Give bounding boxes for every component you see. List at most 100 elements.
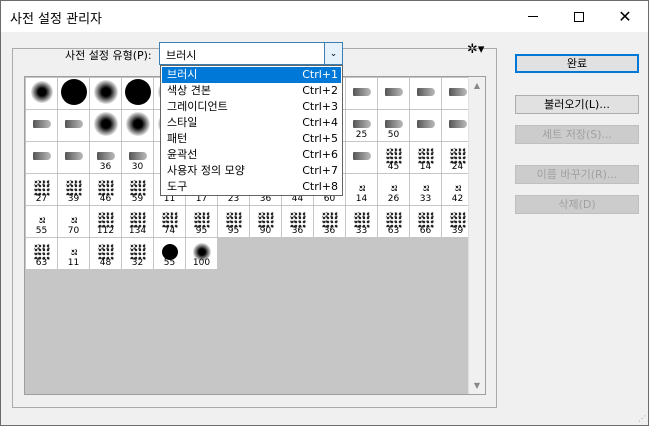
brush-size-label: 36	[99, 162, 112, 172]
brush-tip-icon	[358, 184, 365, 191]
brush-preset-cell[interactable]: 90	[250, 206, 282, 238]
brush-preset-cell[interactable]: 50	[378, 110, 410, 142]
brush-tip-icon	[416, 87, 435, 96]
brush-preset-cell[interactable]	[58, 142, 90, 174]
brush-preset-cell[interactable]: 112	[90, 206, 122, 238]
brush-size-label: 45	[387, 162, 400, 172]
brush-preset-cell[interactable]: 26	[378, 174, 410, 206]
brush-preset-cell[interactable]: 95	[218, 206, 250, 238]
brush-preset-cell[interactable]: 48	[90, 238, 122, 270]
gear-icon[interactable]: ✲▾	[467, 42, 484, 57]
brush-size-label: 100	[192, 258, 211, 268]
delete-button[interactable]: 삭제(D)	[515, 195, 639, 214]
brush-preset-cell[interactable]: 14	[410, 142, 442, 174]
brush-size-label: 14	[419, 162, 432, 172]
brush-preset-cell[interactable]	[90, 110, 122, 142]
close-button[interactable]: ✕	[602, 1, 648, 32]
dropdown-item[interactable]: 도구 Ctrl+8	[162, 179, 341, 195]
brush-tip-icon	[448, 87, 467, 96]
brush-preset-cell[interactable]: 74	[154, 206, 186, 238]
close-icon: ✕	[618, 6, 632, 26]
brush-preset-cell[interactable]: 32	[122, 238, 154, 270]
vertical-scrollbar[interactable]: ▲ ▼	[468, 77, 485, 394]
dropdown-item[interactable]: 스타일 Ctrl+4	[162, 115, 341, 131]
brush-preset-cell[interactable]: 100	[186, 238, 218, 270]
preset-type-label: 사전 설정 유형(P):	[65, 49, 152, 62]
done-button[interactable]: 완료	[515, 54, 639, 73]
minimize-button[interactable]	[510, 1, 556, 32]
brush-preset-cell[interactable]	[410, 78, 442, 110]
brush-preset-cell[interactable]: 46	[90, 174, 122, 206]
brush-preset-cell[interactable]	[378, 78, 410, 110]
brush-preset-cell[interactable]: 55	[26, 206, 58, 238]
dropdown-item-shortcut: Ctrl+1	[302, 68, 338, 81]
brush-size-label: 95	[227, 226, 240, 236]
dropdown-item[interactable]: 패턴 Ctrl+5	[162, 131, 341, 147]
dropdown-item[interactable]: 그레이디언트 Ctrl+3	[162, 99, 341, 115]
brush-preset-cell[interactable]: 66	[410, 206, 442, 238]
scroll-up-icon[interactable]: ▲	[469, 77, 485, 94]
brush-preset-cell[interactable]	[26, 110, 58, 142]
brush-preset-cell[interactable]	[346, 78, 378, 110]
brush-preset-cell[interactable]	[410, 110, 442, 142]
rename-button[interactable]: 이름 바꾸기(R)...	[515, 165, 639, 184]
dropdown-item-label: 도구	[167, 180, 188, 193]
brush-preset-cell[interactable]: 25	[346, 110, 378, 142]
brush-preset-cell[interactable]: 63	[26, 238, 58, 270]
brush-preset-cell[interactable]	[122, 110, 154, 142]
maximize-button[interactable]	[556, 1, 602, 32]
brush-preset-cell[interactable]	[26, 78, 58, 110]
brush-preset-cell[interactable]	[26, 142, 58, 174]
brush-size-label: 25	[355, 130, 368, 140]
brush-preset-cell[interactable]	[122, 78, 154, 110]
brush-tip-icon	[96, 151, 115, 160]
scroll-down-icon[interactable]: ▼	[469, 377, 485, 394]
dropdown-item-shortcut: Ctrl+8	[302, 180, 338, 193]
dropdown-item[interactable]: 사용자 정의 모양 Ctrl+7	[162, 163, 341, 179]
dropdown-item[interactable]: 브러시 Ctrl+1	[162, 67, 341, 83]
brush-preset-cell[interactable]: 70	[58, 206, 90, 238]
preset-type-select[interactable]: 브러시 ⌄	[159, 42, 343, 65]
resize-grip-icon[interactable]: ⋰	[638, 414, 646, 423]
dropdown-item-label: 윤곽선	[167, 148, 198, 161]
brush-tip-icon	[32, 151, 51, 160]
dropdown-item[interactable]: 색상 견본 Ctrl+2	[162, 83, 341, 99]
brush-preset-cell[interactable]: 30	[122, 142, 154, 174]
brush-size-label: 74	[163, 226, 176, 236]
brush-tip-icon	[93, 79, 118, 104]
brush-preset-cell[interactable]: 27	[26, 174, 58, 206]
load-button[interactable]: 불러오기(L)...	[515, 95, 639, 114]
brush-preset-cell[interactable]	[58, 78, 90, 110]
brush-preset-cell[interactable]	[346, 142, 378, 174]
brush-size-label: 36	[323, 226, 336, 236]
brush-preset-cell[interactable]: 39	[58, 174, 90, 206]
brush-preset-cell[interactable]: 134	[122, 206, 154, 238]
brush-preset-cell[interactable]: 63	[378, 206, 410, 238]
brush-size-label: 50	[387, 130, 400, 140]
brush-preset-cell[interactable]: 59	[122, 174, 154, 206]
chevron-down-icon[interactable]: ⌄	[324, 43, 342, 64]
brush-preset-cell[interactable]: 36	[314, 206, 346, 238]
dropdown-item-shortcut: Ctrl+7	[302, 164, 338, 177]
brush-preset-cell[interactable]: 95	[186, 206, 218, 238]
brush-preset-cell[interactable]: 55	[154, 238, 186, 270]
brush-size-label: 46	[99, 194, 112, 204]
brush-preset-cell[interactable]: 11	[58, 238, 90, 270]
brush-preset-cell[interactable]	[90, 78, 122, 110]
save-set-button[interactable]: 세트 저장(S)...	[515, 125, 639, 144]
brush-tip-icon	[64, 119, 83, 128]
brush-preset-cell[interactable]: 33	[346, 206, 378, 238]
dropdown-item-label: 브러시	[167, 68, 198, 81]
brush-size-label: 95	[195, 226, 208, 236]
brush-preset-cell[interactable]	[58, 110, 90, 142]
brush-size-label: 39	[67, 194, 80, 204]
brush-preset-cell[interactable]: 45	[378, 142, 410, 174]
brush-preset-cell[interactable]: 14	[346, 174, 378, 206]
dropdown-item-shortcut: Ctrl+5	[302, 132, 338, 145]
brush-preset-cell[interactable]: 36	[282, 206, 314, 238]
brush-tip-icon	[422, 184, 429, 191]
brush-preset-cell[interactable]: 36	[90, 142, 122, 174]
brush-tip-icon	[70, 216, 77, 223]
brush-preset-cell[interactable]: 33	[410, 174, 442, 206]
dropdown-item[interactable]: 윤곽선 Ctrl+6	[162, 147, 341, 163]
